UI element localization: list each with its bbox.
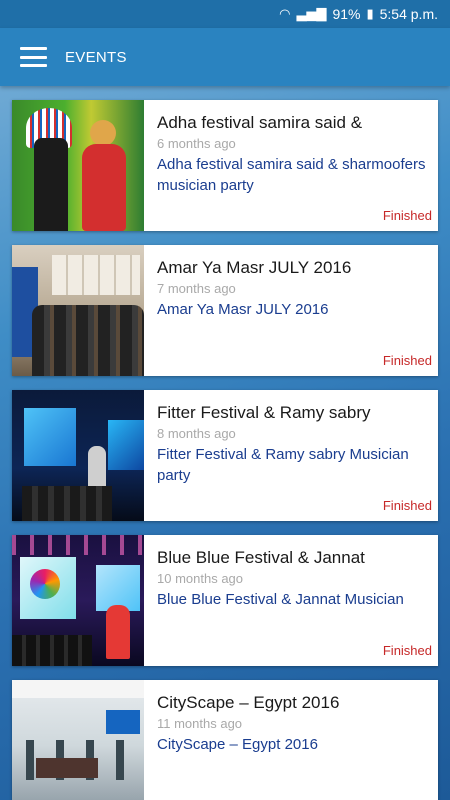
event-card[interactable]: CityScape – Egypt 2016 11 months ago Cit…: [12, 680, 438, 800]
event-thumbnail: [12, 390, 144, 521]
event-thumbnail: [12, 535, 144, 666]
event-description: Fitter Festival & Ramy sabry Musician pa…: [157, 446, 409, 484]
clock: 5:54 p.m.: [379, 6, 438, 22]
menu-icon[interactable]: [20, 47, 47, 67]
event-thumbnail: [12, 100, 144, 231]
battery-icon: ▮: [366, 6, 374, 21]
wifi-icon: ◠: [279, 6, 291, 21]
event-time-ago: 6 months ago: [157, 136, 236, 151]
event-title: CityScape – Egypt 2016: [157, 693, 340, 712]
app-bar: EVENTS: [0, 28, 450, 86]
event-list: Adha festival samira said & 6 months ago…: [0, 86, 450, 800]
event-thumbnail: [12, 680, 144, 800]
event-title: Adha festival samira said &: [157, 113, 363, 132]
event-description: CityScape – Egypt 2016: [157, 736, 318, 753]
page-title: EVENTS: [65, 48, 127, 66]
status-bar: ◠ ▃▅▇ 91% ▮ 5:54 p.m.: [0, 0, 450, 28]
event-card[interactable]: Amar Ya Masr JULY 2016 7 months ago Amar…: [12, 245, 438, 376]
event-status-badge: Finished: [382, 353, 432, 368]
event-status-badge: Finished: [382, 208, 432, 223]
signal-icon: ▃▅▇: [296, 6, 327, 21]
event-card[interactable]: Adha festival samira said & 6 months ago…: [12, 100, 438, 231]
event-card[interactable]: Blue Blue Festival & Jannat 10 months ag…: [12, 535, 438, 666]
event-status-badge: Finished: [382, 498, 432, 513]
event-time-ago: 7 months ago: [157, 281, 236, 296]
event-status-badge: Finished: [382, 643, 432, 658]
event-title: Amar Ya Masr JULY 2016: [157, 258, 352, 277]
event-time-ago: 8 months ago: [157, 426, 236, 441]
event-description: Adha festival samira said & sharmoofers …: [157, 156, 426, 194]
event-card[interactable]: Fitter Festival & Ramy sabry 8 months ag…: [12, 390, 438, 521]
event-description: Amar Ya Masr JULY 2016: [157, 301, 329, 318]
event-title: Blue Blue Festival & Jannat: [157, 548, 365, 567]
event-description: Blue Blue Festival & Jannat Musician: [157, 591, 404, 608]
event-time-ago: 11 months ago: [157, 716, 243, 731]
battery-level: 91%: [332, 6, 361, 22]
event-time-ago: 10 months ago: [157, 571, 244, 586]
event-thumbnail: [12, 245, 144, 376]
event-title: Fitter Festival & Ramy sabry: [157, 403, 371, 422]
